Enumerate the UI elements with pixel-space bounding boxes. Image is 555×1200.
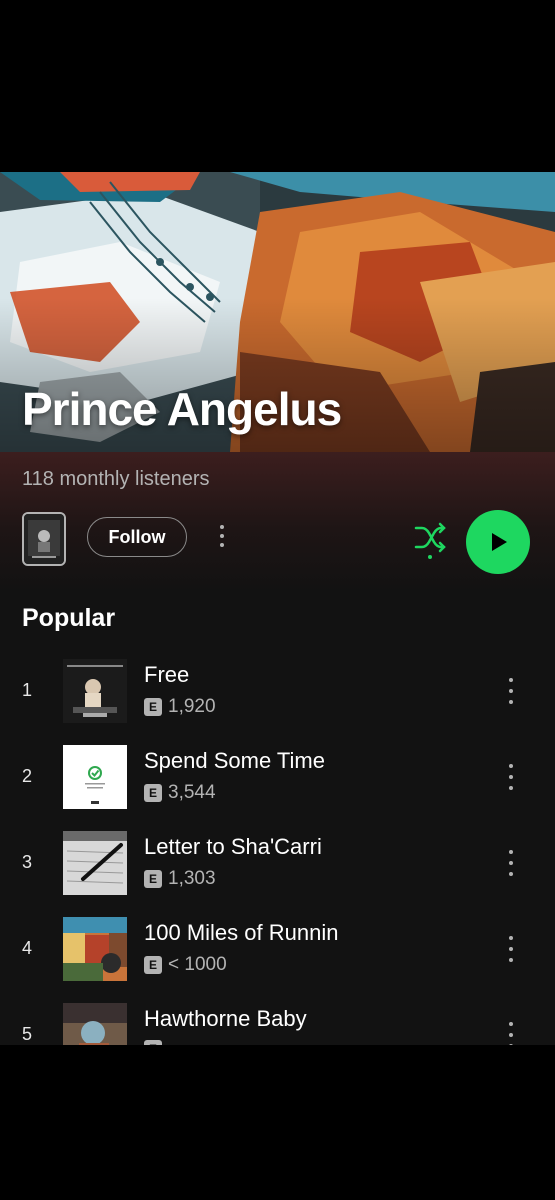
track-artwork bbox=[63, 917, 127, 981]
play-count: 3,544 bbox=[168, 782, 216, 803]
explicit-badge: E bbox=[144, 956, 162, 974]
explicit-badge: E bbox=[144, 870, 162, 888]
track-meta: E bbox=[144, 1040, 168, 1045]
play-count: 1,920 bbox=[168, 696, 216, 717]
track-title: Letter to Sha'Carri bbox=[144, 834, 322, 859]
track-row[interactable]: 1 Free E 1,920 bbox=[0, 658, 555, 728]
track-number: 2 bbox=[22, 766, 33, 786]
track-title: Free bbox=[144, 662, 190, 687]
play-count: < 1000 bbox=[168, 954, 227, 975]
artist-name: Prince Angelus bbox=[22, 383, 342, 435]
artist-header-image: Prince Angelus bbox=[0, 172, 555, 452]
shuffle-icon[interactable] bbox=[412, 520, 448, 560]
track-more-options-icon[interactable] bbox=[507, 678, 515, 704]
track-row[interactable]: 3 Letter to Sha'Carri E 1,303 bbox=[0, 830, 555, 900]
track-artwork bbox=[63, 1003, 127, 1045]
play-button[interactable] bbox=[466, 510, 530, 574]
explicit-badge: E bbox=[144, 698, 162, 716]
follow-button[interactable]: Follow bbox=[87, 517, 187, 557]
artist-actions: Follow bbox=[0, 510, 555, 574]
track-meta: E 1,303 bbox=[144, 868, 216, 890]
track-meta: E 3,544 bbox=[144, 782, 216, 804]
track-artwork bbox=[63, 745, 127, 809]
explicit-badge: E bbox=[144, 784, 162, 802]
track-more-options-icon[interactable] bbox=[507, 1022, 515, 1045]
track-artwork bbox=[63, 659, 127, 723]
track-more-options-icon[interactable] bbox=[507, 850, 515, 876]
explicit-badge: E bbox=[144, 1040, 162, 1045]
track-row[interactable]: 4 100 Miles of Runnin E < 1000 bbox=[0, 916, 555, 986]
track-more-options-icon[interactable] bbox=[507, 764, 515, 790]
track-meta: E 1,920 bbox=[144, 696, 216, 718]
track-number: 5 bbox=[22, 1024, 33, 1044]
track-number: 3 bbox=[22, 852, 33, 872]
track-number: 1 bbox=[22, 680, 33, 700]
track-artwork bbox=[63, 831, 127, 895]
more-options-icon[interactable] bbox=[218, 525, 226, 547]
artist-preview-thumbnail[interactable] bbox=[22, 512, 66, 566]
popular-heading: Popular bbox=[22, 604, 116, 632]
track-title: 100 Miles of Runnin bbox=[144, 920, 339, 945]
track-number: 4 bbox=[22, 938, 33, 958]
play-count: 1,303 bbox=[168, 868, 216, 889]
track-row[interactable]: 5 Hawthorne Baby E bbox=[0, 1002, 555, 1045]
artist-screen: Prince Angelus 118 monthly listeners Fol… bbox=[0, 172, 555, 1045]
monthly-listeners: 118 monthly listeners bbox=[22, 468, 210, 490]
track-title: Spend Some Time bbox=[144, 748, 325, 773]
track-more-options-icon[interactable] bbox=[507, 936, 515, 962]
track-row[interactable]: 2 Spend Some Time E 3,544 bbox=[0, 744, 555, 814]
play-icon bbox=[492, 533, 507, 551]
track-meta: E < 1000 bbox=[144, 954, 227, 976]
track-title: Hawthorne Baby bbox=[144, 1006, 307, 1031]
